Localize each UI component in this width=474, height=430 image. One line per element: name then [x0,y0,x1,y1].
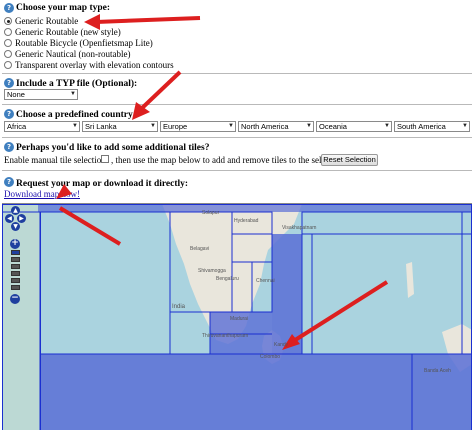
reset-selection-button[interactable]: Reset Selection [321,154,378,166]
zoom-level-marker[interactable] [11,278,20,283]
pan-down-icon[interactable]: ▼ [11,222,20,231]
radio-generic-routable[interactable]: Generic Routable [4,16,78,26]
zoom-level-marker[interactable] [11,285,20,290]
typ-file-heading: Include a TYP file (Optional): [16,79,138,89]
land-andaman-islands [406,262,414,298]
map-type-heading: Choose your map type: [16,3,111,13]
help-question-icon[interactable]: ? [4,177,14,187]
divider [2,137,472,138]
select-value: Sri Lanka [85,122,117,131]
help-question-icon[interactable]: ? [4,3,14,13]
map-label-country: India [172,304,186,310]
continent-select-south-america[interactable]: South America ▼ [394,121,470,132]
chevron-down-icon: ▼ [72,123,78,129]
tiles-heading: Perhaps you'd like to add some additiona… [16,143,210,153]
select-value: South America [397,122,446,131]
continent-select-europe[interactable]: Europe ▼ [160,121,236,132]
tile-map[interactable]: Solapur Hyderabad Visakhapatnam Belagavi… [2,203,472,430]
manual-selection-label: Enable manual tile selection: [4,155,109,165]
select-value: Europe [163,122,188,131]
continent-select-oceania[interactable]: Oceania ▼ [316,121,392,132]
radio-transparent-overlay[interactable]: Transparent overlay with elevation conto… [4,60,174,70]
download-heading: Request your map or download it directly… [16,179,189,189]
map-label-city: Bengaluru [216,276,239,282]
radio-routable-bicycle[interactable]: Routable Bicycle (Openfietsmap Lite) [4,38,153,48]
map-label-city: Belagavi [190,246,210,252]
continent-select-north-america[interactable]: North America ▼ [238,121,314,132]
chevron-down-icon: ▼ [150,123,156,129]
selected-tile[interactable] [272,234,302,354]
radio-button[interactable] [4,28,12,36]
zoom-level-marker[interactable] [11,264,20,269]
radio-label: Generic Routable [15,16,79,26]
typ-file-select[interactable]: None ▼ [4,89,78,100]
map-label-city: Shivamogga [198,268,226,274]
help-question-icon[interactable]: ? [4,142,14,152]
divider [2,170,472,171]
help-question-icon[interactable]: ? [4,109,14,119]
country-select-asia[interactable]: Sri Lanka ▼ [82,121,158,132]
chevron-down-icon: ▼ [462,123,468,129]
annotation-arrow-download [58,206,122,246]
selected-tile[interactable] [38,204,472,212]
map-label-city: Thiruvananthapuram [202,333,249,339]
chevron-down-icon: ▼ [228,123,234,129]
zoom-in-icon[interactable]: + [10,239,20,249]
chevron-down-icon: ▼ [70,91,76,97]
zoom-out-icon[interactable]: − [10,294,20,304]
radio-button[interactable] [4,61,12,69]
zoom-level-marker[interactable] [11,271,20,276]
map-label-city: Banda Aceh [424,368,451,374]
annotation-arrow-country [132,70,182,120]
map-label-city: Solapur [202,210,220,216]
manual-selection-hint: , then use the map below to add and remo… [111,155,346,165]
radio-generic-nautical[interactable]: Generic Nautical (non-routable) [4,49,130,59]
divider [2,73,472,74]
radio-label: Generic Nautical (non-routable) [15,49,131,59]
zoom-level-marker[interactable] [11,250,20,255]
help-question-icon[interactable]: ? [4,78,14,88]
radio-button[interactable] [4,17,12,25]
selected-tile[interactable] [40,354,472,430]
continent-select-africa[interactable]: Africa ▼ [4,121,80,132]
chevron-down-icon: ▼ [384,123,390,129]
map-label-city: Madurai [230,316,249,322]
zoom-level-marker[interactable] [11,257,20,262]
manual-selection-checkbox[interactable] [101,155,109,163]
chevron-down-icon: ▼ [306,123,312,129]
radio-button[interactable] [4,39,12,47]
map-label-city: Visakhapatnam [282,225,317,231]
typ-file-value: None [7,90,25,99]
pan-right-icon[interactable]: ▶ [17,214,26,223]
country-heading: Choose a predefined country: [16,110,136,120]
radio-button[interactable] [4,50,12,58]
radio-generic-routable-new[interactable]: Generic Routable (new style) [4,27,121,37]
map-label-city: Hyderabad [234,218,259,224]
radio-label: Transparent overlay with elevation conto… [15,60,174,70]
select-value: Oceania [319,122,347,131]
map-label-city: Chennai [256,278,275,284]
radio-label: Generic Routable (new style) [15,27,121,37]
map-label-city: Kandy [274,342,289,348]
map-label-city: Colombo [260,354,281,360]
radio-label: Routable Bicycle (Openfietsmap Lite) [15,38,153,48]
land-arabian-sea-west [2,204,40,430]
download-map-link[interactable]: Download map now! [4,189,80,199]
select-value: North America [241,122,289,131]
divider [2,104,472,105]
select-value: Africa [7,122,27,131]
